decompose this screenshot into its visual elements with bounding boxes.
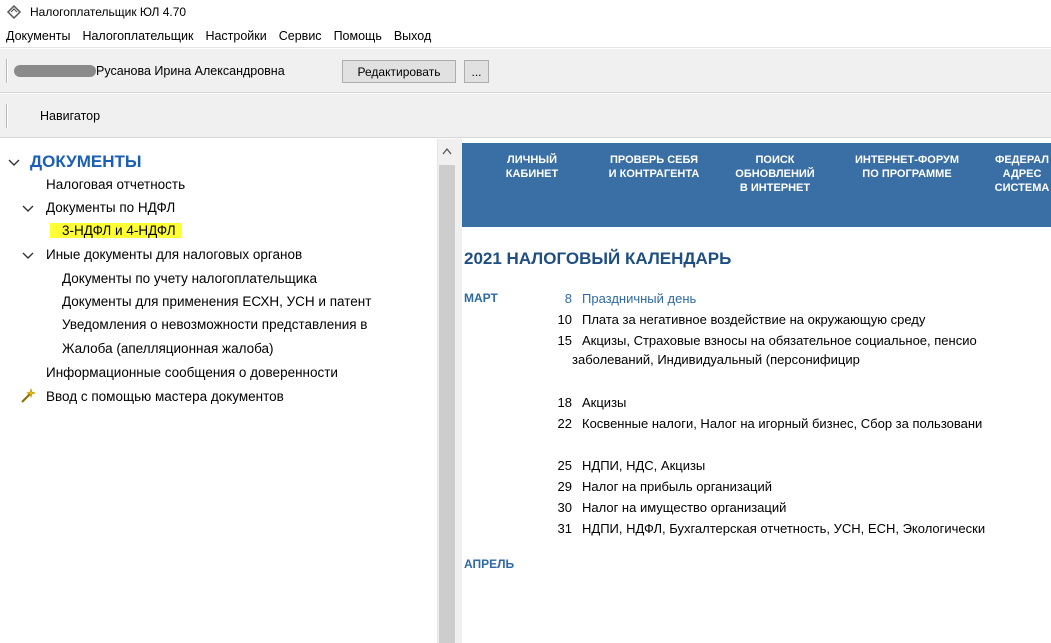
menu-exit[interactable]: Выход [388,29,437,43]
tree-item-tax-reporting[interactable]: Налоговая отчетность [46,177,185,192]
menu-taxpayer[interactable]: Налогоплательщик [76,29,199,43]
event-day: 29 [557,479,572,494]
event-text[interactable]: Плата за негативное воздействие на окруж… [582,312,925,327]
month-march: МАРТ [464,291,498,305]
tree-item-power-of-attorney[interactable]: Информационные сообщения о доверенности [46,365,338,380]
event-day: 30 [557,500,572,515]
chevron-down-icon[interactable] [20,201,36,217]
redacted-inn [14,65,96,77]
menu-settings[interactable]: Настройки [199,29,272,43]
pane-splitter[interactable] [455,139,462,643]
tree-item-ndfl-documents[interactable]: Документы по НДФЛ [46,200,175,215]
event-day: 18 [557,395,572,410]
event-day: 8 [564,291,572,306]
tree-item-notifications[interactable]: Уведомления о невозможности представлени… [62,317,367,332]
user-toolbar: Русанова Ирина Александровна Редактирова… [0,49,1051,93]
content-pane: ЛИЧНЫЙ КАБИНЕТ ПРОВЕРЬ СЕБЯ И КОНТРАГЕНТ… [462,139,1051,643]
event-text[interactable]: Косвенные налоги, Налог на игорный бизне… [582,416,982,431]
document-tree: ДОКУМЕНТЫ Налоговая отчетность Документы… [0,139,437,643]
event-text[interactable]: Праздничный день [582,291,696,306]
calendar-title: 2021 НАЛОГОВЫЙ КАЛЕНДАРЬ [464,249,732,268]
menu-bar: Документы Налогоплательщик Настройки Сер… [0,24,1051,48]
link-forum[interactable]: ИНТЕРНЕТ-ФОРУМ ПО ПРОГРАММЕ [842,153,972,181]
link-federal-address[interactable]: ФЕДЕРАЛ АДРЕС СИСТЕМА [982,153,1051,195]
tree-item-taxpayer-accounting[interactable]: Документы по учету налогоплательщика [62,271,317,286]
tree-scrollbar[interactable] [437,139,455,643]
event-day: 31 [557,521,572,536]
navigator-button[interactable]: Навигатор [40,109,100,123]
event-day: 25 [557,458,572,473]
menu-service[interactable]: Сервис [273,29,328,43]
title-bar: Налогоплательщик ЮЛ 4.70 [0,0,1051,24]
tree-item-complaint[interactable]: Жалоба (апелляционная жалоба) [62,341,274,356]
links-banner: ЛИЧНЫЙ КАБИНЕТ ПРОВЕРЬ СЕБЯ И КОНТРАГЕНТ… [462,143,1051,227]
window-title: Налогоплательщик ЮЛ 4.70 [30,5,187,19]
event-text[interactable]: Акцизы, Страховые взносы на обязательное… [582,333,977,348]
event-day: 15 [557,333,572,348]
month-april: АПРЕЛЬ [464,557,515,571]
link-check-yourself[interactable]: ПРОВЕРЬ СЕБЯ И КОНТРАГЕНТА [594,153,714,181]
chevron-down-icon[interactable] [6,155,22,171]
user-name: Русанова Ирина Александровна [96,64,285,78]
event-text-continued[interactable]: заболеваний, Индивидуальный (персонифици… [572,352,860,367]
navigator-toolbar: Навигатор [0,94,1051,138]
menu-help[interactable]: Помощь [328,29,388,43]
event-day: 10 [557,312,572,327]
link-search-updates[interactable]: ПОИСК ОБНОВЛЕНИЙ В ИНТЕРНЕТ [730,153,820,195]
event-text[interactable]: Акцизы [582,395,626,410]
event-text[interactable]: НДПИ, НДФЛ, Бухгалтерская отчетность, УС… [582,521,985,536]
tree-item-esxn-usn-patent[interactable]: Документы для применения ЕСХН, УСН и пат… [62,294,371,309]
event-text[interactable]: Налог на прибыль организаций [582,479,772,494]
event-day: 22 [557,416,572,431]
app-icon [6,4,22,20]
link-personal-cabinet[interactable]: ЛИЧНЫЙ КАБИНЕТ [492,153,572,181]
scrollbar-thumb[interactable] [439,165,455,643]
chevron-down-icon[interactable] [20,248,36,264]
chevron-up-icon[interactable] [442,147,452,155]
event-text[interactable]: Налог на имущество организаций [582,500,786,515]
event-text[interactable]: НДПИ, НДС, Акцизы [582,458,705,473]
tree-item-other-documents[interactable]: Иные документы для налоговых органов [46,247,302,262]
wizard-icon [21,388,36,403]
tree-root-documents[interactable]: ДОКУМЕНТЫ [30,152,142,172]
tree-item-3-ndfl[interactable]: 3-НДФЛ и 4-НДФЛ [50,223,182,238]
edit-button[interactable]: Редактировать [342,60,456,83]
tree-item-wizard[interactable]: Ввод с помощью мастера документов [46,389,284,404]
toolbar-grip[interactable] [6,59,8,83]
toolbar-grip[interactable] [6,104,8,128]
menu-documents[interactable]: Документы [0,29,76,43]
more-button[interactable]: ... [464,60,489,83]
